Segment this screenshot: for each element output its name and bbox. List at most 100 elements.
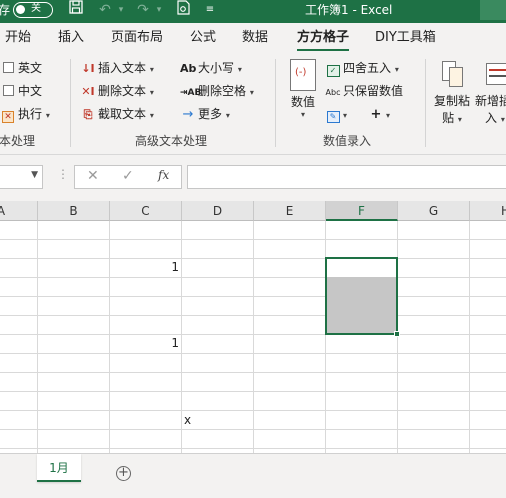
delete-text-label: 删除文本: [98, 84, 147, 98]
gridline: [0, 372, 506, 373]
english-button[interactable]: 英文: [0, 58, 42, 78]
sheet-tab-1[interactable]: 1月: [37, 454, 81, 482]
delete-text-icon: ✕I: [81, 85, 95, 98]
ribbon: 英文 中文 ✕ 执行 ▾ 本处理 ↓I 插入文本 ▾ ✕I 删除文本 ▾ ⎘ 截取文本 …: [0, 53, 506, 155]
gridline: [325, 221, 326, 453]
checkbox-icon: [0, 59, 16, 79]
cell-d-value[interactable]: x: [184, 411, 244, 430]
gridline: [0, 353, 506, 354]
column-header-c[interactable]: C: [110, 201, 182, 221]
toggle-knob-icon: [16, 5, 25, 14]
copy-paste-button[interactable]: 复制粘 贴 ▾: [432, 59, 472, 126]
column-header-h[interactable]: H: [470, 201, 506, 221]
excel-window: 存 关 ↶ ▾ ↷ ▾ ≡ 工作簿1 - Excel 开始 插入 页面布局 公式…: [0, 0, 506, 498]
gridline: [0, 315, 506, 316]
column-label: C: [141, 204, 150, 218]
chevron-down-icon[interactable]: ▼: [31, 170, 38, 180]
formula-bar: ▼ ⋮ ✕ ✓ fx: [0, 155, 506, 201]
column-label: F: [358, 204, 365, 218]
redo-icon[interactable]: ↷: [134, 0, 152, 20]
autosave-label: 存: [0, 3, 11, 17]
worksheet-grid[interactable]: A B C D E F G H 1 1 x: [0, 201, 506, 453]
column-label: B: [69, 204, 78, 218]
gridline: [37, 221, 38, 453]
fill-options-button[interactable]: ✎ ▾: [325, 104, 347, 124]
keep-numbers-button[interactable]: Abc 只保留数值: [325, 81, 404, 101]
window-control-button[interactable]: [480, 0, 506, 20]
name-box[interactable]: ▼: [0, 165, 43, 189]
tab-formulas[interactable]: 公式: [190, 23, 216, 53]
chevron-down-icon: ▾: [249, 88, 254, 97]
formula-input[interactable]: [187, 165, 506, 189]
insert-function-icon[interactable]: fx: [158, 168, 169, 182]
execute-button[interactable]: ✕ 执行 ▾: [0, 104, 50, 124]
plus-button[interactable]: + ▾: [368, 104, 390, 124]
group-label-advanced-text: 高级文本处理: [135, 134, 208, 148]
abc-icon: Abc: [325, 88, 341, 97]
ribbon-divider: [275, 59, 276, 147]
chevron-down-icon: ▾: [225, 111, 230, 120]
chinese-label: 中文: [18, 84, 43, 98]
redo-dropdown-icon[interactable]: ▾: [152, 0, 166, 20]
tab-data[interactable]: 数据: [242, 23, 268, 53]
cancel-icon[interactable]: ✕: [87, 168, 99, 184]
gridline: [0, 296, 506, 297]
undo-icon[interactable]: ↶: [96, 0, 114, 20]
customize-toolbar-icon[interactable]: ≡: [202, 0, 218, 20]
fill-handle[interactable]: [394, 331, 400, 337]
enter-icon[interactable]: ✓: [122, 168, 134, 184]
new-insert-button[interactable]: 新增插 入 ▾: [475, 59, 506, 126]
keep-numbers-label: 只保留数值: [343, 84, 404, 98]
copy-paste-icon: [440, 59, 464, 89]
gridline: [0, 334, 506, 335]
tab-insert[interactable]: 插入: [58, 23, 84, 53]
print-preview-icon[interactable]: [174, 0, 192, 20]
undo-dropdown-icon[interactable]: ▾: [114, 0, 128, 20]
extract-text-icon: ⎘: [83, 108, 93, 121]
cell-c-value[interactable]: 1: [110, 334, 179, 353]
gridline: [181, 221, 182, 453]
column-label: E: [285, 204, 294, 218]
selection-border: [325, 257, 398, 335]
remove-spaces-label: 删除空格: [198, 84, 247, 98]
gridline: [0, 258, 506, 259]
chevron-down-icon: ▾: [394, 65, 399, 74]
number-icon: (-): [290, 59, 316, 91]
add-sheet-icon[interactable]: +: [116, 466, 131, 481]
gridline: [0, 239, 506, 240]
column-header-g[interactable]: G: [398, 201, 470, 221]
column-header-f[interactable]: F: [326, 201, 398, 221]
copy-paste-label: 复制粘: [433, 94, 470, 108]
formula-controls: ✕ ✓ fx: [74, 165, 182, 189]
cell-c-value[interactable]: 1: [110, 258, 179, 277]
round-button[interactable]: ✓ 四舍五入 ▾: [325, 58, 399, 78]
tab-home[interactable]: 开始: [5, 23, 31, 53]
autosave-toggle[interactable]: 关: [13, 2, 53, 18]
gridline: [0, 391, 506, 392]
case-button[interactable]: Ab 大小写 ▾: [180, 58, 242, 78]
save-icon[interactable]: [66, 0, 86, 20]
extract-text-button[interactable]: ⎘ 截取文本 ▾: [80, 104, 154, 124]
round-icon: ✓: [325, 59, 341, 79]
tab-page-layout[interactable]: 页面布局: [111, 23, 163, 53]
column-header-a[interactable]: A: [0, 201, 38, 221]
chevron-down-icon: ▾: [343, 111, 348, 120]
case-icon: Ab: [180, 62, 197, 75]
more-button[interactable]: → 更多 ▾: [180, 104, 230, 124]
tab-diy-toolbox[interactable]: DIY工具箱: [375, 23, 436, 53]
delete-text-button[interactable]: ✕I 删除文本 ▾: [80, 81, 154, 101]
group-label-number-entry: 数值录入: [323, 134, 372, 148]
more-options-icon[interactable]: ⋮: [57, 167, 69, 181]
ribbon-divider: [425, 59, 426, 147]
new-insert-label-2: 入 ▾: [485, 111, 505, 125]
column-header-d[interactable]: D: [182, 201, 254, 221]
insert-text-button[interactable]: ↓I 插入文本 ▾: [80, 58, 154, 78]
number-button[interactable]: (-) 数值 ▾: [285, 59, 321, 119]
remove-spaces-button[interactable]: ⇥AB删除空格 ▾: [180, 81, 254, 101]
chinese-button[interactable]: 中文: [0, 81, 42, 101]
column-header-e[interactable]: E: [254, 201, 326, 221]
tab-fangfang[interactable]: 方方格子: [297, 23, 350, 53]
column-header-b[interactable]: B: [38, 201, 110, 221]
title-bar: 存 关 ↶ ▾ ↷ ▾ ≡ 工作簿1 - Excel: [0, 0, 506, 23]
gridline: [0, 448, 506, 449]
